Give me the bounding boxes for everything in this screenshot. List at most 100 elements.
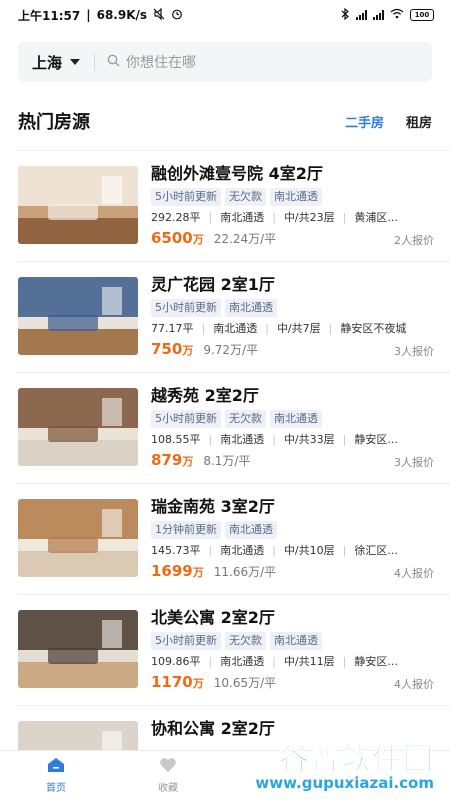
nav-favorites[interactable]: 收藏 bbox=[112, 751, 224, 800]
listing-inquiries: 4人报价 bbox=[394, 678, 434, 691]
listing-orientation: 南北通透 bbox=[220, 433, 265, 446]
section-header: 热门房源 二手房 租房 bbox=[18, 106, 432, 136]
listing-specs: 292.28平 | 南北通透 | 中/共23层 | 黄浦区... bbox=[151, 209, 438, 227]
listing-tag: 南北通透 bbox=[270, 188, 322, 206]
listing-price: 879万 bbox=[151, 451, 193, 469]
listing-district: 静安区... bbox=[354, 655, 398, 668]
listing-tag: 5小时前更新 bbox=[151, 410, 221, 428]
listing-tag: 5小时前更新 bbox=[151, 299, 221, 317]
status-bar: 上午11:57 | 68.9K/s 100 bbox=[0, 0, 450, 30]
listing-price-value: 1170 bbox=[151, 673, 193, 691]
nav-home-label: 首页 bbox=[46, 783, 66, 794]
tab-second-hand[interactable]: 二手房 bbox=[345, 112, 384, 131]
signal-icon-2 bbox=[373, 10, 384, 20]
home-icon bbox=[47, 757, 65, 776]
listing-unit-price: 22.24万/平 bbox=[213, 232, 277, 246]
spec-sep: | bbox=[272, 544, 276, 557]
status-left: 上午11:57 | 68.9K/s bbox=[18, 7, 183, 24]
nav-favorites-label: 收藏 bbox=[158, 783, 178, 794]
search-icon bbox=[107, 54, 120, 71]
listing-price-row: 6500万 22.24万/平 2人报价 bbox=[151, 229, 438, 251]
nav-home[interactable]: 首页 bbox=[0, 751, 112, 800]
spec-sep: | bbox=[342, 544, 347, 557]
listing-tag: 无欠款 bbox=[225, 632, 266, 650]
listing-price-row: 879万 8.1万/平 3人报价 bbox=[151, 451, 438, 473]
spec-sep: | bbox=[201, 322, 206, 335]
listing-photo bbox=[18, 388, 138, 466]
listing-inquiries: 4人报价 bbox=[394, 567, 434, 580]
status-speed: 68.9K/s bbox=[96, 8, 148, 22]
listing-tag: 5小时前更新 bbox=[151, 188, 221, 206]
listing-price: 6500万 bbox=[151, 229, 204, 247]
listing-price: 1699万 bbox=[151, 562, 204, 580]
listing-price-value: 1699 bbox=[151, 562, 193, 580]
spec-sep: | bbox=[208, 655, 213, 668]
tab-rental[interactable]: 租房 bbox=[406, 112, 432, 131]
search-input[interactable]: 你想住在哪 bbox=[95, 42, 432, 82]
search-bar: 上海 你想住在哪 bbox=[18, 42, 432, 82]
mute-icon bbox=[153, 7, 165, 23]
listing-item[interactable]: 北美公寓 2室2厅 5小时前更新 无欠款 南北通透 109.86平 | 南北通透 | 中… bbox=[18, 595, 450, 706]
listing-tags: 5小时前更新 无欠款 南北通透 bbox=[151, 632, 438, 650]
listing-orientation: 南北通透 bbox=[220, 544, 265, 557]
listing-item[interactable]: 灵广花园 2室1厅 5小时前更新 南北通透 77.17平 | 南北通透 | 中/共7层… bbox=[18, 262, 450, 373]
listing-tabs: 二手房 租房 bbox=[345, 112, 432, 131]
spec-sep: | bbox=[328, 322, 333, 335]
listing-district: 静安区... bbox=[354, 433, 398, 446]
listing-area: 292.28平 bbox=[151, 211, 201, 224]
listing-specs: 109.86平 | 南北通透 | 中/共11层 | 静安区... bbox=[151, 653, 438, 671]
watermark: 谷普软件园 www.gupuxiazai.com bbox=[238, 734, 438, 794]
listing-title: 融创外滩壹号院 4室2厅 bbox=[151, 164, 323, 183]
city-label: 上海 bbox=[32, 53, 63, 72]
listing-price-unit: 万 bbox=[192, 677, 204, 690]
spec-sep: | bbox=[272, 211, 276, 224]
listing-unit-price: 11.66万/平 bbox=[213, 565, 277, 579]
spec-sep: | bbox=[342, 433, 347, 446]
listing-info: 瑞金南苑 3室2厅 1分钟前更新 南北通透 145.73平 | 南北通透 | 中/共1… bbox=[151, 496, 438, 584]
listing-tag: 无欠款 bbox=[225, 188, 266, 206]
listing-district: 徐汇区... bbox=[354, 544, 398, 557]
listing-photo bbox=[18, 610, 138, 688]
listing-photo bbox=[18, 166, 138, 244]
section-title: 热门房源 bbox=[18, 112, 90, 133]
listing-price-row: 1699万 11.66万/平 4人报价 bbox=[151, 562, 438, 584]
listing-floor: 中/共11层 bbox=[283, 655, 335, 668]
signal-icon bbox=[356, 10, 367, 20]
spec-sep: | bbox=[208, 433, 213, 446]
bluetooth-icon bbox=[341, 7, 350, 23]
listing-price-value: 879 bbox=[151, 451, 183, 469]
listing-item[interactable]: 越秀苑 2室2厅 5小时前更新 无欠款 南北通透 108.55平 | 南北通透 | 中/… bbox=[18, 373, 450, 484]
spec-sep: | bbox=[272, 655, 276, 668]
listing-area: 77.17平 bbox=[151, 322, 194, 335]
listing-title: 灵广花园 2室1厅 bbox=[151, 275, 275, 294]
spec-sep: | bbox=[272, 433, 276, 446]
listing-floor: 中/共23层 bbox=[283, 211, 335, 224]
listing-inquiries: 2人报价 bbox=[394, 234, 434, 247]
listing-price-value: 750 bbox=[151, 340, 183, 358]
listing-district: 静安区不夜城 bbox=[340, 322, 407, 335]
listing-unit-price: 8.1万/平 bbox=[203, 454, 251, 468]
battery-icon: 100 bbox=[410, 9, 434, 21]
listing-tag: 南北通透 bbox=[225, 521, 277, 539]
listing-price: 750万 bbox=[151, 340, 193, 358]
alarm-icon bbox=[171, 8, 183, 23]
listing-price-unit: 万 bbox=[182, 344, 194, 357]
watermark-url: www.gupuxiazai.com bbox=[255, 774, 434, 792]
listing-info: 灵广花园 2室1厅 5小时前更新 南北通透 77.17平 | 南北通透 | 中/共7层… bbox=[151, 274, 438, 362]
city-selector[interactable]: 上海 bbox=[18, 42, 94, 82]
app-screen: 上午11:57 | 68.9K/s 100 上海 你想住在哪 热门房源 二手房 … bbox=[0, 0, 450, 800]
listing-item[interactable]: 瑞金南苑 3室2厅 1分钟前更新 南北通透 145.73平 | 南北通透 | 中/共1… bbox=[18, 484, 450, 595]
listing-specs: 77.17平 | 南北通透 | 中/共7层 | 静安区不夜城 bbox=[151, 320, 438, 338]
status-separator: | bbox=[86, 8, 91, 22]
listing-price-value: 6500 bbox=[151, 229, 193, 247]
search-placeholder: 你想住在哪 bbox=[126, 55, 197, 71]
listing-area: 145.73平 bbox=[151, 544, 201, 557]
listing-list: 融创外滩壹号院 4室2厅 5小时前更新 无欠款 南北通透 292.28平 | 南北通透… bbox=[0, 151, 450, 800]
listing-area: 108.55平 bbox=[151, 433, 201, 446]
spec-sep: | bbox=[208, 544, 213, 557]
listing-tag: 1分钟前更新 bbox=[151, 521, 221, 539]
listing-price: 1170万 bbox=[151, 673, 204, 691]
listing-price-unit: 万 bbox=[192, 233, 204, 246]
listing-item[interactable]: 融创外滩壹号院 4室2厅 5小时前更新 无欠款 南北通透 292.28平 | 南北通透… bbox=[18, 151, 450, 262]
listing-tags: 1分钟前更新 南北通透 bbox=[151, 521, 438, 539]
